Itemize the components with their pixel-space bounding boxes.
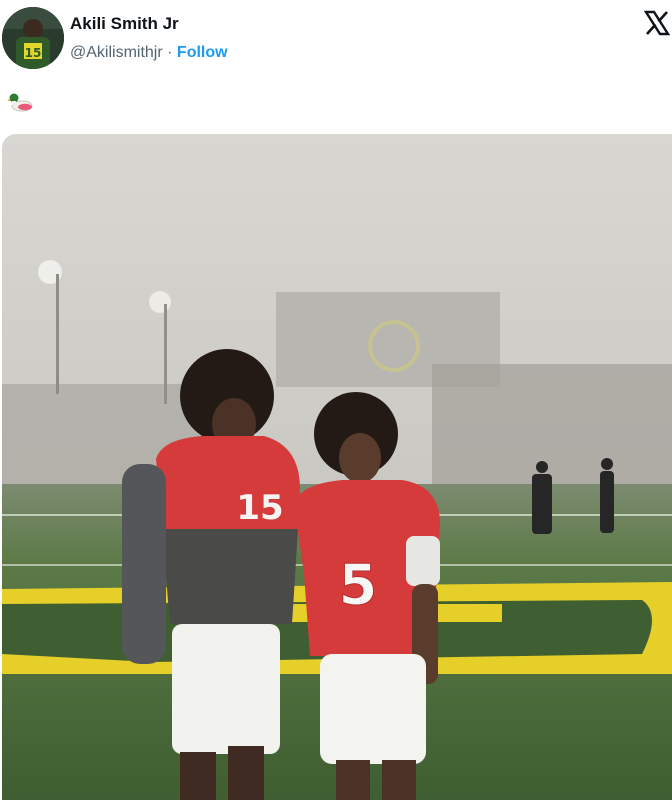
author-handle[interactable]: @Akilismithjr — [70, 44, 163, 61]
jersey-number-right: 5 — [339, 553, 378, 618]
duck-emoji-icon — [7, 90, 34, 112]
handle-row: @Akilismithjr · Follow — [70, 44, 228, 62]
follow-button[interactable]: Follow — [177, 44, 228, 61]
author-name[interactable]: Akili Smith Jr — [70, 14, 179, 34]
jersey-number-left: 15 — [236, 488, 283, 528]
tweet-header: 15 Akili Smith Jr @Akilismithjr · Follow — [0, 0, 672, 80]
separator: · — [167, 44, 173, 61]
tweet-photo[interactable]: 15 5 — [2, 134, 672, 800]
svg-text:15: 15 — [25, 46, 42, 60]
x-logo-icon[interactable] — [643, 10, 671, 36]
avatar[interactable]: 15 — [2, 7, 64, 69]
